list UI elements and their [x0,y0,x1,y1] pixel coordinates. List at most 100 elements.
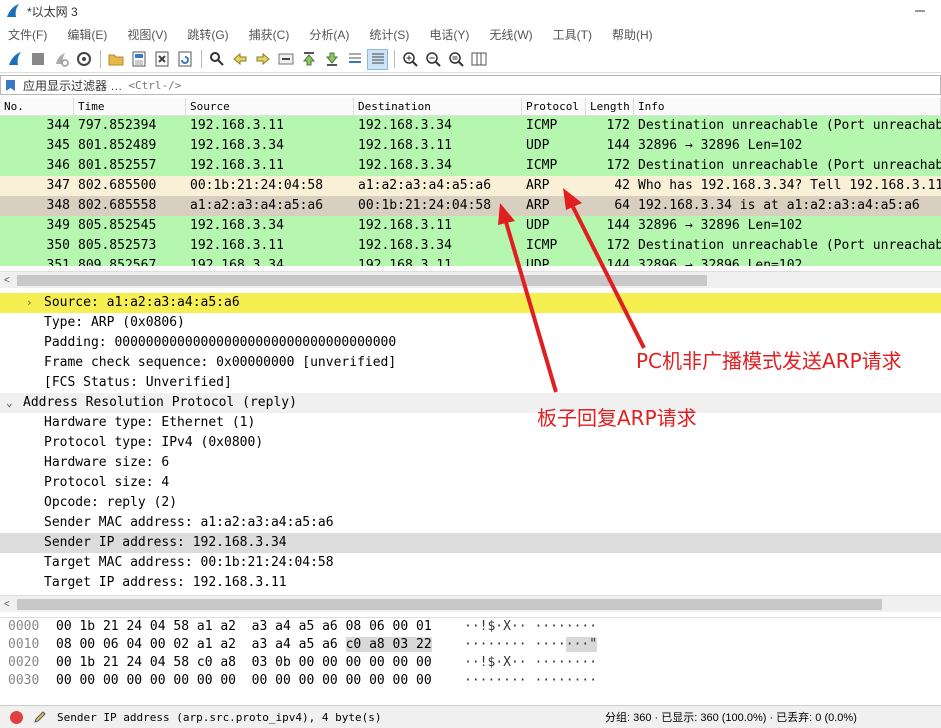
scroll-left-icon[interactable]: < [4,599,10,610]
packet-row[interactable]: 346 801.852557 192.168.3.11 192.168.3.34 ICM… [0,156,941,176]
hex-bytes-part: 00 1b 21 24 04 58 a1 a2 a3 a4 a5 a6 08 0… [56,619,432,634]
last-packet-icon[interactable] [321,49,342,70]
packet-row[interactable]: 350 805.852573 192.168.3.11 192.168.3.34 ICM… [0,236,941,256]
expert-info-icon[interactable] [10,710,23,724]
menu-bar: 文件(F) 编辑(E) 视图(V) 跳转(G) 捕获(C) 分析(A) 统计(S) 电话(Y)… [0,23,941,45]
go-to-packet-icon[interactable] [275,49,296,70]
detail-row[interactable]: Target IP address: 192.168.3.11 [0,573,941,593]
packet-no: 347 [46,178,70,193]
packet-src: 192.168.3.11 [190,238,284,253]
packet-list-scrollbar[interactable]: < [0,271,941,288]
colorize-icon[interactable] [367,48,388,70]
detail-text: Sender IP address: 192.168.3.34 [44,535,287,550]
hex-row[interactable]: 0010 08 00 06 04 00 02 a1 a2 a3 a4 a5 a6 … [0,636,941,654]
stop-capture-icon[interactable] [27,49,48,70]
menu-item-10[interactable]: 帮助(H) [606,26,659,43]
column-header-info[interactable]: Info [634,98,941,115]
close-file-icon[interactable] [151,49,172,70]
menu-item-6[interactable]: 统计(S) [363,26,415,43]
detail-row[interactable]: Protocol size: 4 [0,473,941,493]
detail-row[interactable]: Hardware size: 6 [0,453,941,473]
resize-columns-icon[interactable] [468,49,489,70]
menu-item-1[interactable]: 编辑(E) [61,26,113,43]
bookmark-icon[interactable] [5,79,17,92]
scrollbar-thumb[interactable] [17,599,882,610]
detail-row[interactable]: Type: ARP (0x0806) [0,313,941,333]
detail-row[interactable]: Sender MAC address: a1:a2:a3:a4:a5:a6 [0,513,941,533]
detail-text: Address Resolution Protocol (reply) [23,395,297,410]
packet-info: 192.168.3.34 is at a1:a2:a3:a4:a5:a6 [638,198,920,213]
detail-row[interactable]: ⌄ Address Resolution Protocol (reply) [0,393,941,413]
detail-row[interactable]: Hardware type: Ethernet (1) [0,413,941,433]
packet-list[interactable]: No. Time Source Destination Protocol Len… [0,98,941,266]
packet-dst: 192.168.3.11 [358,218,452,233]
detail-row[interactable]: Sender IP address: 192.168.3.34 [0,533,941,553]
collapse-icon[interactable]: ⌄ [6,393,18,413]
menu-item-8[interactable]: 无线(W) [483,26,538,43]
menu-item-2[interactable]: 视图(V) [121,26,173,43]
packet-row[interactable]: 349 805.852545 192.168.3.34 192.168.3.11 UDP… [0,216,941,236]
detail-row[interactable]: [FCS Status: Unverified] [0,373,941,393]
packet-row[interactable]: 351 809.852567 192.168.3.34 192.168.3.11 UDP… [0,256,941,266]
packet-row[interactable]: 344 797.852394 192.168.3.11 192.168.3.34 ICM… [0,116,941,136]
zoom-in-icon[interactable] [399,49,420,70]
scrollbar-thumb[interactable] [17,275,707,286]
hex-ascii-highlight: ···" [565,637,598,652]
packet-dst: 192.168.3.34 [358,158,452,173]
column-header-source[interactable]: Source [186,98,354,115]
packet-time: 802.685500 [78,178,157,193]
detail-row[interactable]: Target MAC address: 00:1b:21:24:04:58 [0,553,941,573]
details-scrollbar[interactable]: < [0,595,941,612]
find-packet-icon[interactable] [206,49,227,70]
zoom-normal-icon[interactable] [445,49,466,70]
hex-row[interactable]: 0000 00 1b 21 24 04 58 a1 a2 a3 a4 a5 a6 … [0,618,941,636]
packet-bytes[interactable]: 0000 00 1b 21 24 04 58 a1 a2 a3 a4 a5 a6 … [0,617,941,703]
column-header-time[interactable]: Time [74,98,186,115]
minimize-icon[interactable] [913,4,927,18]
packet-dst: 00:1b:21:24:04:58 [358,198,492,213]
expand-icon[interactable]: › [26,293,38,313]
go-forward-icon[interactable] [252,49,273,70]
menu-item-7[interactable]: 电话(Y) [423,26,475,43]
zoom-out-icon[interactable] [422,49,443,70]
reload-file-icon[interactable] [174,49,195,70]
hex-bytes: 00 1b 21 24 04 58 c0 a8 03 0b 00 00 00 0… [50,654,454,672]
detail-text: Target IP address: 192.168.3.11 [44,575,287,590]
hex-offset: 0030 [8,673,40,688]
menu-item-0[interactable]: 文件(F) [2,26,53,43]
packet-row[interactable]: 348 802.685558 a1:a2:a3:a4:a5:a6 00:1b:21:2… [0,196,941,216]
capture-options-icon[interactable] [73,49,94,70]
packet-row[interactable]: 347 802.685500 00:1b:21:24:04:58 a1:a2:a3:a… [0,176,941,196]
packet-len: 144 [606,138,630,153]
detail-row[interactable]: › Source: a1:a2:a3:a4:a5:a6 [0,293,941,313]
packet-details[interactable]: › Source: a1:a2:a3:a4:a5:a6 Type: ARP (0x0… [0,293,941,595]
column-header-protocol[interactable]: Protocol [522,98,586,115]
display-filter-bar[interactable]: 应用显示过滤器 … <Ctrl-/> [0,75,941,95]
menu-item-4[interactable]: 捕获(C) [243,26,296,43]
menu-item-3[interactable]: 跳转(G) [181,26,234,43]
hex-row[interactable]: 0020 00 1b 21 24 04 58 c0 a8 03 0b 00 00 … [0,654,941,672]
column-header-no[interactable]: No. [0,98,74,115]
save-file-icon[interactable] [128,49,149,70]
detail-text: Protocol size: 4 [44,475,170,490]
hex-row[interactable]: 0030 00 00 00 00 00 00 00 00 00 00 00 00 … [0,672,941,690]
column-header-length[interactable]: Length [586,98,634,115]
edit-comment-icon[interactable] [33,710,47,724]
packet-no: 346 [46,158,70,173]
packet-dst: a1:a2:a3:a4:a5:a6 [358,178,492,193]
menu-item-5[interactable]: 分析(A) [303,26,355,43]
restart-capture-icon[interactable] [50,49,71,70]
detail-row[interactable]: Protocol type: IPv4 (0x0800) [0,433,941,453]
go-back-icon[interactable] [229,49,250,70]
detail-row[interactable]: Opcode: reply (2) [0,493,941,513]
open-file-icon[interactable] [105,49,126,70]
detail-text: Type: ARP (0x0806) [44,315,185,330]
scroll-left-icon[interactable]: < [4,275,10,286]
packet-row[interactable]: 345 801.852489 192.168.3.34 192.168.3.11 UDP… [0,136,941,156]
hex-offset: 0000 [8,619,40,634]
column-header-destination[interactable]: Destination [354,98,522,115]
menu-item-9[interactable]: 工具(T) [547,26,598,43]
start-capture-icon[interactable] [4,49,25,70]
auto-scroll-icon[interactable] [344,49,365,70]
first-packet-icon[interactable] [298,49,319,70]
